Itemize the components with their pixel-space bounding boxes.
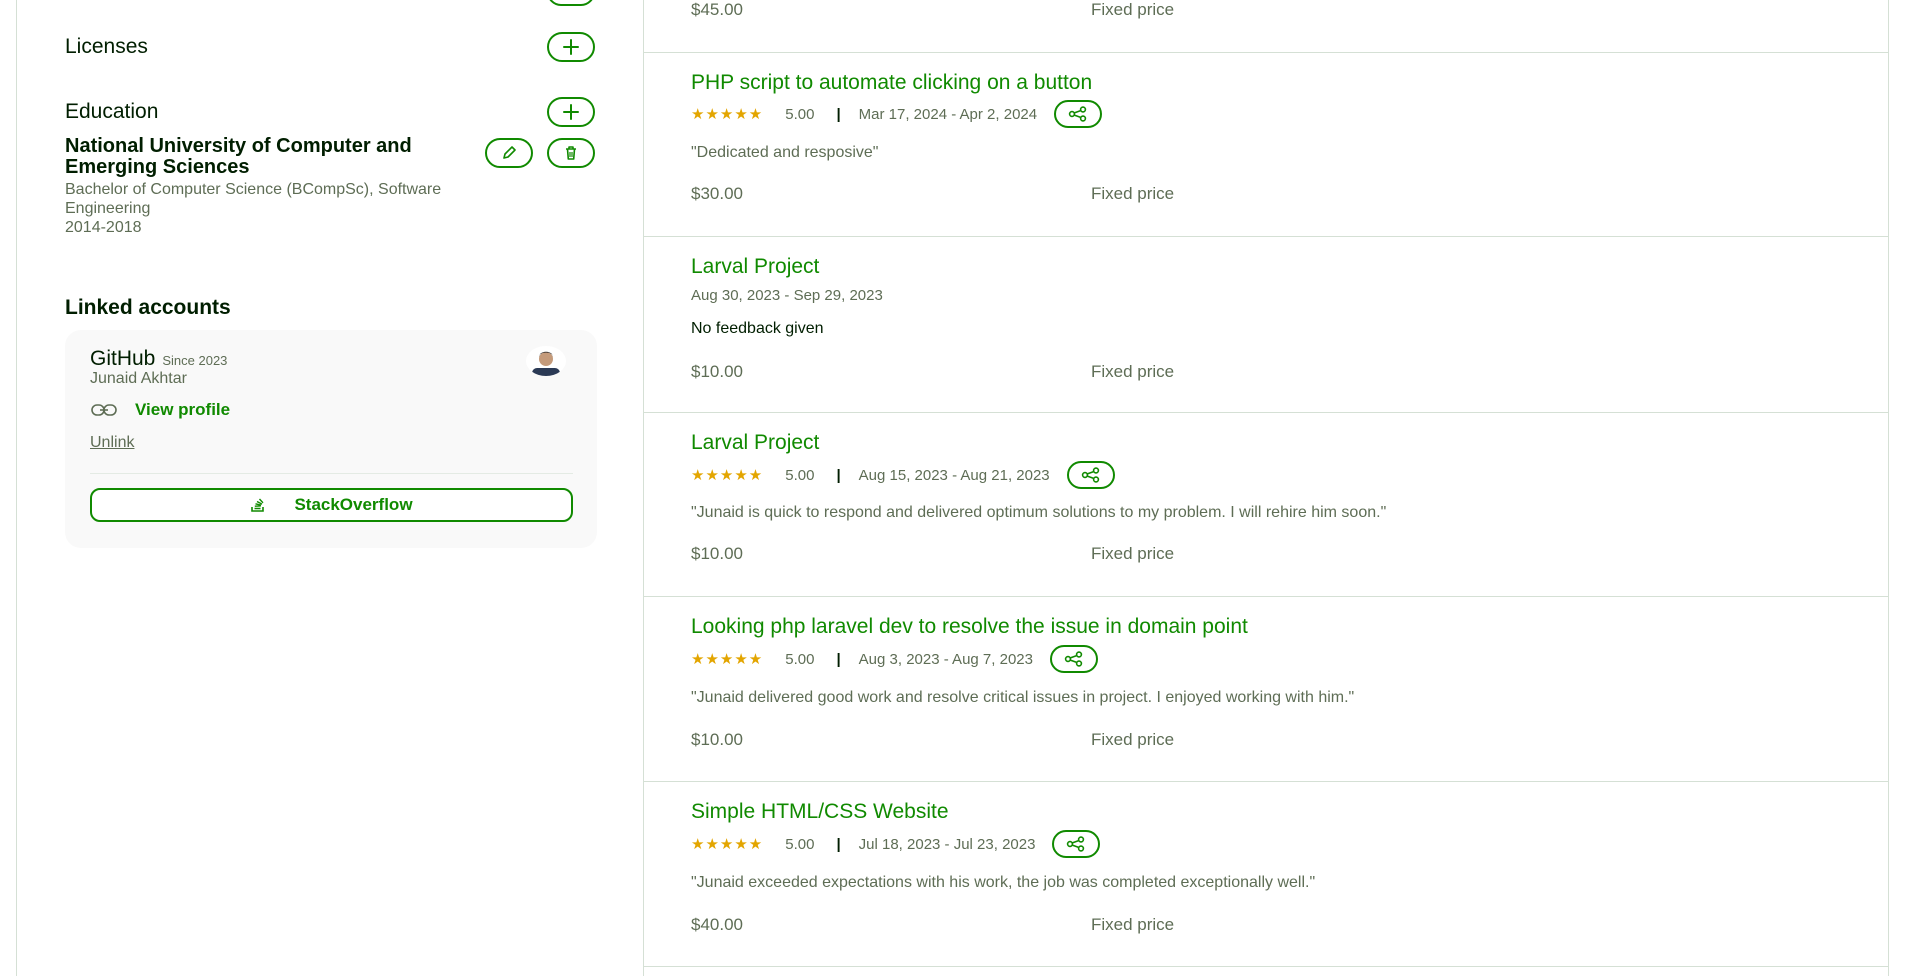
page-frame-left — [16, 0, 17, 976]
job-item: $45.00 Fixed price — [644, 0, 1889, 53]
job-price: $30.00 — [691, 184, 743, 203]
delete-education-button[interactable] — [547, 138, 595, 168]
job-dates: Mar 17, 2024 - Apr 2, 2024 — [858, 105, 1038, 123]
github-account-header: GitHub Since 2023 — [90, 347, 227, 371]
education-school: National University of Computer and Emer… — [65, 135, 412, 178]
rating-stars: ★★★★★ — [691, 651, 764, 668]
meta-separator: | — [836, 835, 841, 853]
work-history-list: $45.00 Fixed price PHP script to automat… — [643, 0, 1889, 976]
job-feedback: "Junaid is quick to respond and delivere… — [691, 504, 1387, 521]
pencil-icon — [503, 146, 516, 159]
education-actions — [485, 138, 595, 168]
rating-value: 5.00 — [785, 466, 815, 484]
education-degree: Bachelor of Computer Science (BCompSc), … — [65, 181, 442, 217]
job-price: $10.00 — [691, 362, 743, 381]
job-price-type: Fixed price — [1091, 544, 1175, 563]
github-since: Since 2023 — [162, 353, 228, 368]
add-education-button[interactable] — [547, 97, 595, 127]
job-meta: ★★★★★ 5.00 | Aug 3, 2023 - Aug 7, 2023 — [691, 645, 1098, 673]
link-icon — [91, 404, 117, 416]
share-icon — [1068, 106, 1087, 122]
share-button[interactable] — [1066, 461, 1115, 489]
share-icon — [1067, 836, 1085, 852]
github-username: Junaid Akhtar — [90, 370, 187, 387]
share-button[interactable] — [1054, 100, 1103, 128]
job-meta: ★★★★★ 5.00 | Aug 15, 2023 - Aug 21, 2023 — [691, 461, 1115, 489]
job-price-type: Fixed price — [1091, 915, 1175, 934]
rating-value: 5.00 — [785, 650, 815, 668]
rating-stars: ★★★★★ — [691, 836, 764, 853]
job-title-link[interactable]: Larval Project — [691, 431, 819, 455]
github-name: GitHub — [90, 347, 156, 370]
trash-icon — [566, 146, 576, 160]
share-button[interactable] — [1052, 830, 1101, 858]
job-price-type: Fixed price — [1091, 730, 1175, 749]
rating-stars: ★★★★★ — [691, 106, 764, 123]
job-item: Simple HTML/CSS Website ★★★★★ 5.00 | Jul… — [644, 782, 1889, 967]
education-entry: National University of Computer and Emer… — [65, 136, 595, 238]
plus-icon — [563, 39, 579, 55]
job-dates: Aug 3, 2023 - Aug 7, 2023 — [858, 650, 1033, 668]
job-title-link[interactable]: PHP script to automate clicking on a but… — [691, 71, 1092, 95]
education-title: Education — [65, 100, 159, 123]
linked-accounts-card: GitHub Since 2023 Junaid Akhtar View pro… — [65, 330, 597, 548]
job-price: $45.00 — [691, 0, 743, 19]
meta-separator: | — [836, 650, 841, 668]
unlink-link[interactable]: Unlink — [90, 434, 134, 452]
job-feedback: "Junaid exceeded expectations with his w… — [691, 874, 1316, 891]
job-title-link[interactable]: Simple HTML/CSS Website — [691, 800, 949, 824]
education-years: 2014-2018 — [65, 219, 142, 236]
avatar — [526, 346, 566, 376]
education-section-header: Education — [65, 97, 595, 127]
job-feedback: No feedback given — [691, 320, 824, 337]
share-icon — [1081, 467, 1099, 483]
job-dates: Aug 30, 2023 - Sep 29, 2023 — [691, 287, 883, 304]
rating-stars: ★★★★★ — [691, 467, 764, 484]
job-item: Larval Project Aug 30, 2023 - Sep 29, 20… — [644, 237, 1889, 413]
connect-stackoverflow-button[interactable]: StackOverflow — [90, 488, 573, 522]
job-price: $10.00 — [691, 730, 743, 749]
add-button-partial[interactable] — [547, 0, 595, 6]
view-profile-link[interactable]: View profile — [90, 400, 230, 420]
rating-value: 5.00 — [785, 835, 815, 853]
meta-separator: | — [836, 466, 841, 484]
job-title-link[interactable]: Looking php laravel dev to resolve the i… — [691, 615, 1248, 639]
card-divider — [90, 473, 573, 474]
plus-icon — [563, 104, 579, 120]
job-price-type: Fixed price — [1091, 0, 1175, 19]
profile-sidebar: Licenses Education National University o… — [65, 0, 597, 976]
view-profile-label: View profile — [135, 400, 231, 419]
job-price-type: Fixed price — [1091, 362, 1175, 381]
job-dates: Jul 18, 2023 - Jul 23, 2023 — [858, 835, 1036, 853]
add-license-button[interactable] — [547, 32, 595, 62]
edit-education-button[interactable] — [485, 138, 533, 168]
job-meta: ★★★★★ 5.00 | Mar 17, 2024 - Apr 2, 2024 — [691, 100, 1103, 128]
share-icon — [1064, 651, 1083, 667]
job-item: Larval Project ★★★★★ 5.00 | Aug 15, 2023… — [644, 413, 1889, 597]
job-item: PHP script to automate clicking on a but… — [644, 53, 1889, 237]
job-meta: ★★★★★ 5.00 | Jul 18, 2023 - Jul 23, 2023 — [691, 830, 1101, 858]
job-dates: Aug 15, 2023 - Aug 21, 2023 — [858, 466, 1050, 484]
job-price: $10.00 — [691, 544, 743, 563]
meta-separator: | — [836, 105, 841, 123]
job-feedback: "Junaid delivered good work and resolve … — [691, 689, 1355, 706]
job-price-type: Fixed price — [1091, 184, 1175, 203]
job-item: Looking php laravel dev to resolve the i… — [644, 597, 1889, 782]
job-title-link[interactable]: Larval Project — [691, 255, 819, 279]
job-price: $40.00 — [691, 915, 743, 934]
share-button[interactable] — [1049, 645, 1098, 673]
stackoverflow-icon — [251, 498, 265, 512]
licenses-title: Licenses — [65, 35, 148, 58]
linked-accounts-title: Linked accounts — [65, 296, 231, 319]
licenses-section-header: Licenses — [65, 32, 595, 62]
job-feedback: "Dedicated and resposive" — [691, 144, 879, 161]
stackoverflow-label: StackOverflow — [294, 495, 413, 514]
rating-value: 5.00 — [785, 105, 815, 123]
